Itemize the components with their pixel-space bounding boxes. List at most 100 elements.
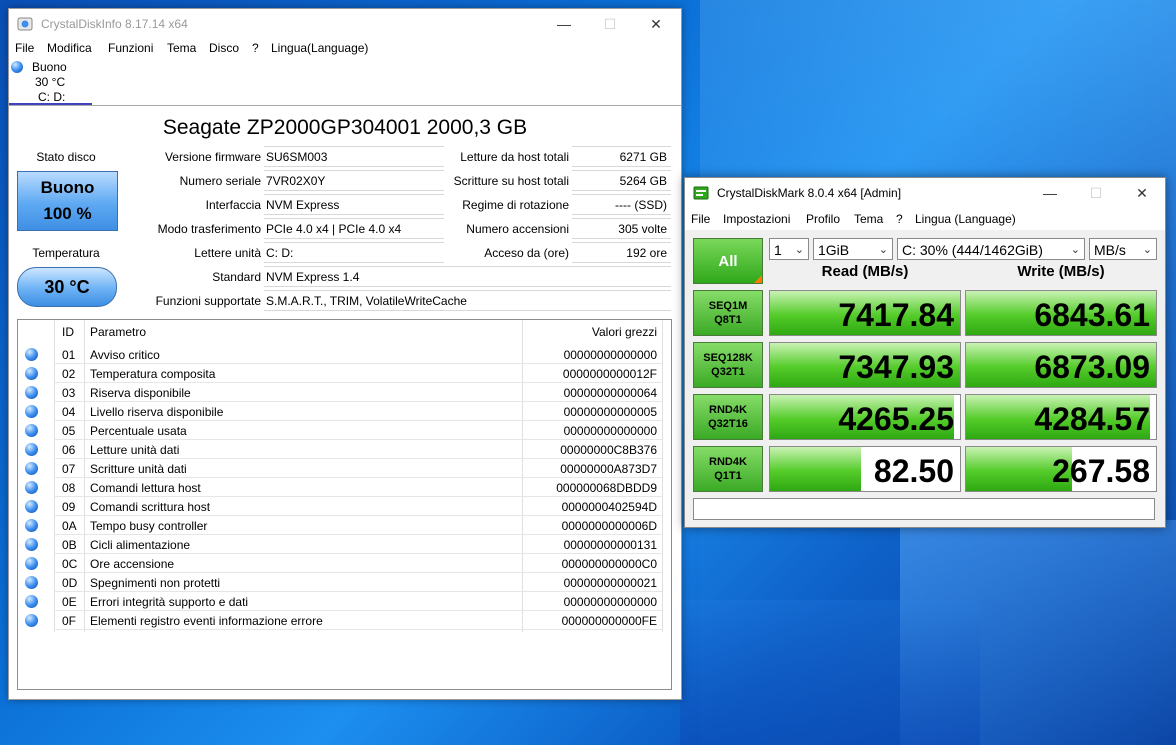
test-seq1m-button[interactable]: SEQ1M Q8T1: [693, 290, 763, 336]
table-row[interactable]: 0E Errori integrità supporto e dati 000000…: [18, 592, 663, 611]
chevron-down-icon: ⌄: [1142, 244, 1152, 256]
row-id: 0F: [62, 614, 77, 628]
menu-impostazioni[interactable]: Impostazioni: [723, 212, 790, 226]
table-row[interactable]: 04 Livello riserva disponibile 00000000000…: [18, 402, 663, 421]
status-ball-icon: [25, 386, 38, 399]
row-raw: 000000068DBDD9: [556, 481, 657, 495]
row-raw: 0000000000006D: [561, 519, 657, 533]
table-row[interactable]: 01 Avviso critico 00000000000000: [18, 345, 663, 364]
menu-profilo[interactable]: Profilo: [806, 212, 840, 226]
info-label: Modo trasferimento: [157, 222, 261, 236]
title-bar[interactable]: CrystalDiskInfo 8.17.14 x64 — ☐ ✕: [9, 9, 681, 39]
window-title: CrystalDiskInfo 8.17.14 x64: [41, 17, 188, 31]
row-raw: 00000000000064: [563, 386, 657, 400]
info-label: Acceso da (ore): [484, 246, 569, 260]
read-value: 4265.25: [838, 401, 954, 437]
title-bar[interactable]: CrystalDiskMark 8.0.4 x64 [Admin] — ☐ ✕: [685, 178, 1165, 208]
table-row[interactable]: 0C Ore accensione 000000000000C0: [18, 554, 663, 573]
column-header-param[interactable]: Parametro: [90, 325, 146, 339]
write-value: 6843.61: [1034, 297, 1150, 333]
menu-bar: File Impostazioni Profilo Tema ? Lingua …: [685, 208, 1165, 230]
corner-marker-icon: [754, 275, 762, 283]
info-label: Numero seriale: [179, 174, 261, 188]
temperature-value: 30 °C: [17, 267, 117, 307]
menu-file[interactable]: File: [691, 212, 710, 226]
menu-tema[interactable]: Tema: [854, 212, 883, 226]
close-button[interactable]: ✕: [633, 9, 679, 39]
column-header-id[interactable]: ID: [62, 325, 74, 339]
status-ball-icon: [25, 595, 38, 608]
test-name: RND4K: [709, 456, 747, 468]
table-row[interactable]: 0D Spegnimenti non protetti 00000000000021: [18, 573, 663, 592]
row-raw: 00000000000005: [563, 405, 657, 419]
menu-language[interactable]: Lingua(Language): [271, 41, 368, 55]
menu-modifica[interactable]: Modifica: [47, 41, 92, 55]
health-status-button[interactable]: Buono 100 %: [17, 171, 118, 231]
read-result: 4265.25: [769, 394, 961, 440]
test-seq128k-button[interactable]: SEQ128K Q32T1: [693, 342, 763, 388]
minimize-button[interactable]: —: [541, 9, 587, 39]
test-count-value: 1: [774, 242, 782, 258]
row-raw: 00000000000000: [563, 424, 657, 438]
test-count-select[interactable]: 1 ⌄: [769, 238, 809, 260]
table-row[interactable]: 07 Scritture unità dati 00000000A873D7: [18, 459, 663, 478]
write-column-header: Write (MB/s): [1017, 263, 1105, 280]
run-all-button[interactable]: All: [693, 238, 763, 284]
transfer-mode-value: PCIe 4.0 x4 | PCIe 4.0 x4: [264, 218, 444, 239]
table-row[interactable]: 06 Letture unità dati 00000000C8B376: [18, 440, 663, 459]
menu-file[interactable]: File: [15, 41, 34, 55]
interface-value: NVM Express: [264, 194, 444, 215]
status-bar: [693, 498, 1155, 520]
table-row[interactable]: 0B Cicli alimentazione 00000000000131: [18, 535, 663, 554]
row-raw: 000000000000FE: [561, 614, 657, 628]
unit-select[interactable]: MB/s ⌄: [1089, 238, 1157, 260]
test-size-select[interactable]: 1GiB ⌄: [813, 238, 893, 260]
menu-language[interactable]: Lingua (Language): [915, 212, 1016, 226]
test-rnd4k-q1-button[interactable]: RND4K Q1T1: [693, 446, 763, 492]
test-params: Q32T16: [708, 418, 748, 430]
table-row[interactable]: 03 Riserva disponibile 00000000000064: [18, 383, 663, 402]
menu-funzioni[interactable]: Funzioni: [108, 41, 153, 55]
row-id: 03: [62, 386, 76, 400]
status-ball-icon: [25, 500, 38, 513]
write-value: 267.58: [1052, 453, 1150, 489]
read-column-header: Read (MB/s): [821, 263, 909, 280]
row-param: Comandi lettura host: [90, 481, 201, 495]
column-header-raw[interactable]: Valori grezzi: [592, 325, 657, 339]
power-on-hours-value: 192 ore: [572, 242, 671, 263]
info-label: Interfaccia: [205, 198, 261, 212]
row-id: 02: [62, 367, 76, 381]
menu-tema[interactable]: Tema: [167, 41, 196, 55]
table-row[interactable]: 08 Comandi lettura host 000000068DBDD9: [18, 478, 663, 497]
health-label: Stato disco: [36, 150, 96, 164]
table-row[interactable]: 09 Comandi scrittura host 0000000402594D: [18, 497, 663, 516]
menu-help[interactable]: ?: [252, 41, 259, 55]
features-value: S.M.A.R.T., TRIM, VolatileWriteCache: [264, 290, 671, 311]
test-size-value: 1GiB: [818, 242, 850, 258]
info-label: Numero accensioni: [466, 222, 569, 236]
minimize-button[interactable]: —: [1027, 178, 1073, 208]
table-row[interactable]: 05 Percentuale usata 00000000000000: [18, 421, 663, 440]
table-row[interactable]: 0F Elementi registro eventi informazione …: [18, 611, 663, 630]
menu-help[interactable]: ?: [896, 212, 903, 226]
row-param: Elementi registro eventi informazione er…: [90, 614, 323, 628]
smart-table-header: ID Parametro Valori grezzi: [18, 320, 671, 342]
info-label: Scritture su host totali: [453, 174, 569, 188]
drive-select[interactable]: C: 30% (444/1462GiB) ⌄: [897, 238, 1085, 260]
smart-table[interactable]: ID Parametro Valori grezzi 01 Avviso crit…: [17, 319, 672, 690]
rotation-value: ---- (SSD): [572, 194, 671, 215]
row-param: Scritture unità dati: [90, 462, 187, 476]
close-button[interactable]: ✕: [1119, 178, 1165, 208]
disk-tab[interactable]: Buono 30 °C C: D:: [9, 59, 681, 106]
table-row[interactable]: 0A Tempo busy controller 0000000000006D: [18, 516, 663, 535]
status-ball-icon: [25, 424, 38, 437]
test-params: Q8T1: [714, 314, 742, 326]
maximize-button[interactable]: ☐: [587, 9, 633, 39]
table-row[interactable]: 02 Temperatura composita 0000000000012F: [18, 364, 663, 383]
menu-disco[interactable]: Disco: [209, 41, 239, 55]
row-id: 01: [62, 348, 76, 362]
crystaldiskmark-window: CrystalDiskMark 8.0.4 x64 [Admin] — ☐ ✕ …: [684, 177, 1166, 528]
test-params: Q1T1: [714, 470, 742, 482]
maximize-button[interactable]: ☐: [1073, 178, 1119, 208]
test-rnd4k-q32-button[interactable]: RND4K Q32T16: [693, 394, 763, 440]
